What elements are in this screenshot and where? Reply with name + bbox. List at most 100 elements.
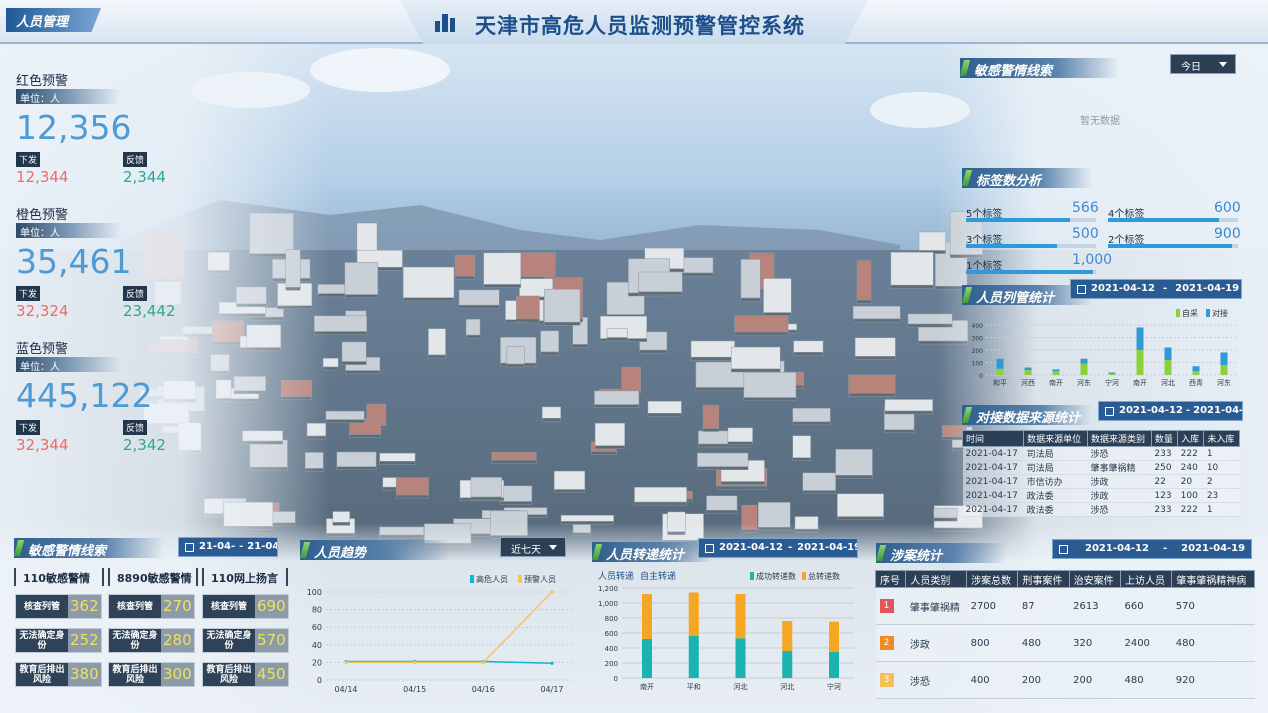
- table-row[interactable]: 2 涉政 800 480 320 2400 480: [875, 624, 1255, 662]
- building-block: [560, 515, 614, 522]
- warning-label: 蓝色预警: [16, 342, 69, 357]
- sensitive-range-select[interactable]: 今日: [1170, 54, 1236, 74]
- table-row[interactable]: 2021-04-17 司法局 涉恐 233 222 1: [962, 446, 1240, 461]
- bar-segment: [1220, 365, 1228, 375]
- stat-cell[interactable]: 教育后排出风险 380: [15, 662, 102, 687]
- data-point: [550, 590, 554, 594]
- building-shadow: [499, 501, 533, 505]
- bar-segment: [735, 594, 746, 639]
- table-cell: 2021-04-17: [962, 460, 1024, 475]
- stat-cell[interactable]: 核查列管 690: [202, 594, 289, 619]
- data-point: [481, 660, 485, 664]
- table-cell: 2021-04-17: [962, 502, 1024, 517]
- stat-cell-value: 280: [163, 631, 192, 649]
- date-sep: -: [1162, 283, 1168, 294]
- table-row[interactable]: 2021-04-17 政法委 涉恐 233 222 1: [962, 502, 1240, 517]
- table-row[interactable]: 2021-04-17 司法局 肇事肇祸精 250 240 10: [962, 460, 1240, 475]
- table-cell: 市信访办: [1023, 474, 1088, 489]
- stat-cell-value: 270: [163, 597, 192, 615]
- stat-cell[interactable]: 无法确定身份 252: [15, 628, 102, 653]
- table-row[interactable]: 2021-04-17 政法委 涉政 123 100 23: [962, 488, 1240, 503]
- table-cell: 2021-04-17: [962, 474, 1024, 489]
- date-range-picker-sensitive[interactable]: 21-04--21-04-: [178, 537, 278, 557]
- date-range-picker-transfer[interactable]: 2021-04-12-2021-04-19: [698, 538, 858, 558]
- building-shadow: [835, 475, 873, 479]
- bar-segment: [688, 636, 699, 678]
- table-cell: 2400: [1120, 624, 1172, 662]
- date-from: 21-04-: [199, 541, 236, 552]
- building-shadow: [720, 481, 765, 485]
- building-shadow: [730, 368, 781, 373]
- tag-count-value: 1,000: [1072, 252, 1113, 268]
- stat-cell-label: 核查列管: [16, 595, 68, 618]
- building-shadow: [638, 291, 683, 296]
- tag-progress-fill: [1108, 244, 1232, 248]
- x-tick-label: 04/15: [403, 685, 426, 694]
- stat-cell[interactable]: 无法确定身份 280: [108, 628, 195, 653]
- stat-cell[interactable]: 教育后排出风险 300: [108, 662, 195, 687]
- date-range-picker-cases[interactable]: 2021-04-12 - 2021-04-19: [1052, 539, 1252, 559]
- building-shadow: [594, 445, 625, 449]
- section-title-cases: 涉案统计: [875, 543, 1006, 564]
- bar-segment: [782, 651, 793, 678]
- building-shadow: [553, 489, 586, 493]
- tab-8890-sensitive[interactable]: 8890敏感警情: [108, 568, 198, 586]
- table-cell: 2021-04-17: [962, 488, 1024, 503]
- building-block: [884, 399, 933, 412]
- building-shadow: [336, 466, 377, 470]
- table-cell: 肇事肇祸精: [905, 587, 967, 625]
- y-tick-label: 100: [972, 361, 984, 368]
- stat-cell-value: 690: [257, 597, 286, 615]
- building-shadow: [470, 496, 503, 501]
- tab-110-online-threat[interactable]: 110网上扬言: [202, 568, 288, 586]
- stat-cell-label: 无法确定身份: [109, 629, 161, 652]
- stat-cell[interactable]: 核查列管 362: [15, 594, 102, 619]
- table-row[interactable]: 2021-04-17 市信访办 涉政 22 20 2: [962, 474, 1240, 489]
- stat-cell[interactable]: 教育后排出风险 450: [202, 662, 289, 687]
- y-tick-label: 0: [614, 675, 618, 683]
- table-row[interactable]: 3 涉恐 400 200 200 480 920: [875, 661, 1255, 699]
- issued-value: 32,344: [16, 436, 69, 454]
- date-to: 2021-04-19: [1175, 283, 1240, 294]
- legend-label: 对接: [1212, 308, 1228, 318]
- date-range-picker-control[interactable]: 2021-04-12-2021-04-19: [1070, 279, 1242, 299]
- building-block: [647, 400, 682, 414]
- date-from: 2021-04-12: [1091, 283, 1155, 294]
- building-block: [379, 452, 416, 462]
- building-block: [499, 485, 533, 502]
- building-shadow: [695, 387, 749, 391]
- legend-label: 高危人员: [476, 574, 508, 584]
- building-shadow: [402, 297, 455, 302]
- building-shadow: [325, 419, 365, 423]
- date-range-picker-source[interactable]: 2021-04-12-2021-04-19: [1098, 401, 1243, 421]
- date-sep: -: [239, 541, 244, 552]
- y-tick-label: 300: [972, 336, 984, 343]
- stat-cell[interactable]: 核查列管 270: [108, 594, 195, 619]
- y-tick-label: 20: [312, 658, 322, 667]
- bar-segment: [1108, 372, 1116, 374]
- table-cell: 222: [1177, 502, 1204, 517]
- table-cell: 2700: [966, 587, 1018, 625]
- table-header-cell: 数量: [1150, 430, 1179, 447]
- data-point: [413, 660, 417, 664]
- tab-110-sensitive[interactable]: 110敏感警情: [14, 568, 104, 586]
- table-row[interactable]: 1 肇事肇祸精 2700 87 2613 660 570: [875, 587, 1255, 625]
- table-cell: 22: [1151, 474, 1178, 489]
- table-cell: 233: [1151, 502, 1178, 517]
- table-cell: 涉恐: [905, 661, 967, 699]
- stat-cell[interactable]: 无法确定身份 570: [202, 628, 289, 653]
- feedback-value: 2,342: [123, 436, 166, 454]
- trend-range-select[interactable]: 近七天: [500, 537, 566, 557]
- y-tick-label: 0: [317, 676, 322, 685]
- building-block: [697, 452, 749, 467]
- unit-label: 单位：人: [16, 223, 121, 239]
- data-point: [550, 661, 554, 665]
- table-cell: 480: [1171, 624, 1255, 662]
- tab-personnel-management[interactable]: 人员管理: [6, 8, 101, 32]
- building-block: [402, 266, 455, 299]
- section-title-text: 标签数分析: [976, 174, 1042, 189]
- table-header-cell: 肇事肇祸精神病: [1171, 570, 1255, 588]
- rank-cell: 3: [875, 661, 906, 699]
- tag-progress-bar: [966, 270, 1096, 274]
- bar-segment: [688, 592, 699, 636]
